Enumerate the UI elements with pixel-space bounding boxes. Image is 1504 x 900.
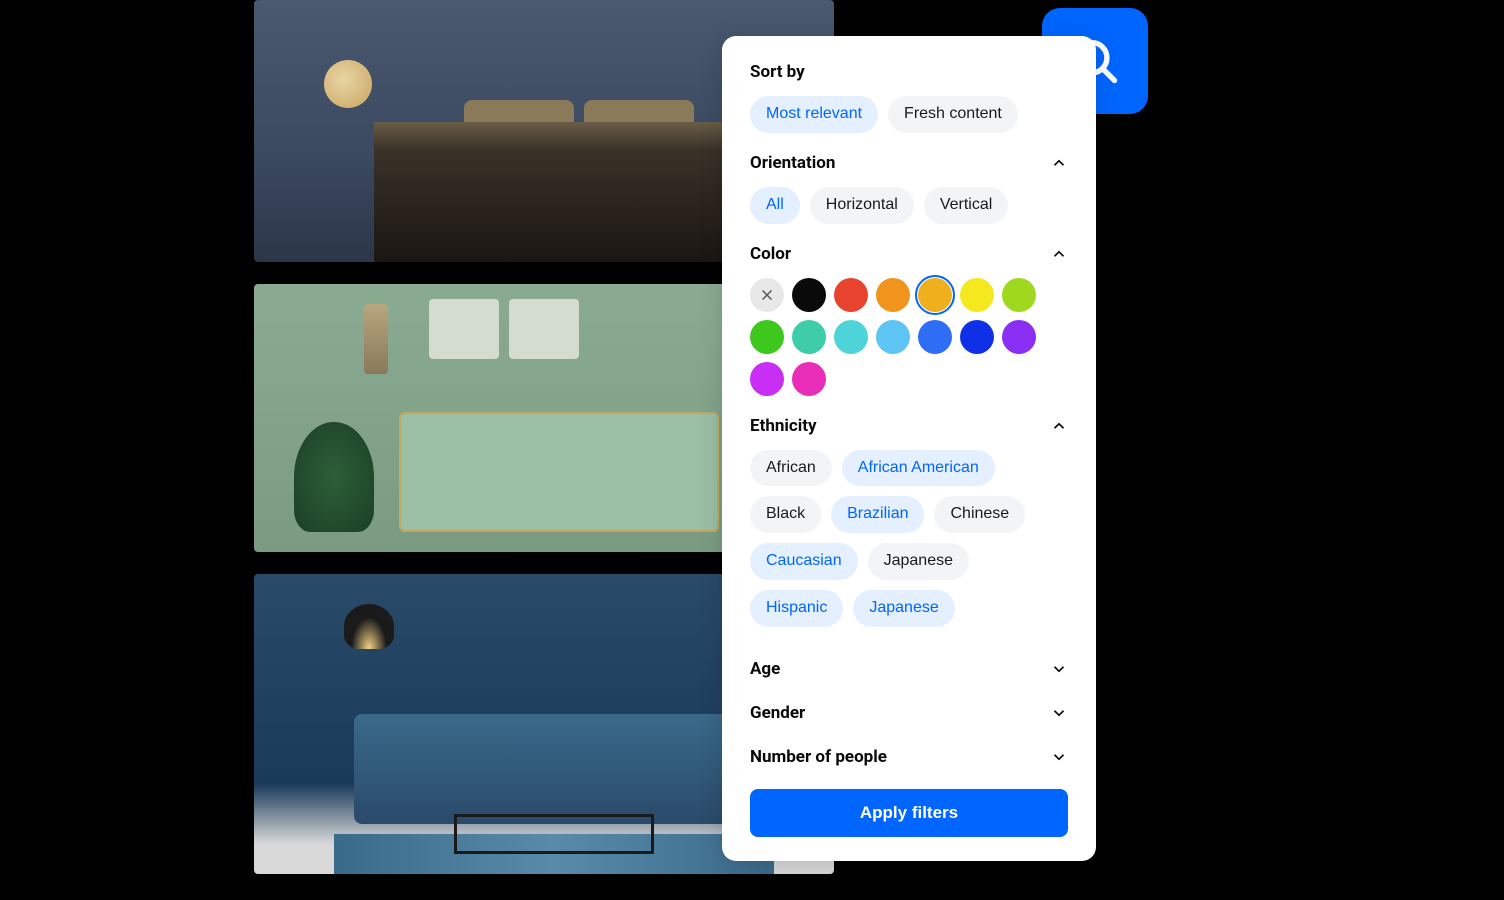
ethnicity-chip[interactable]: Chinese (934, 496, 1025, 533)
orientation-title: Orientation (750, 153, 835, 173)
chevron-down-icon (1050, 704, 1068, 722)
color-swatch-teal[interactable] (792, 320, 826, 354)
ethnicity-chip[interactable]: Caucasian (750, 543, 858, 580)
chevron-down-icon (1050, 660, 1068, 678)
color-swatch-magenta[interactable] (792, 362, 826, 396)
chevron-up-icon (1050, 154, 1068, 172)
filter-panel: Sort by Most relevant Fresh content Orien… (722, 36, 1096, 861)
number-of-people-title: Number of people (750, 747, 887, 767)
color-swatch-amber[interactable] (918, 278, 952, 312)
gender-title: Gender (750, 703, 805, 723)
color-header[interactable]: Color (750, 244, 1068, 264)
ethnicity-header[interactable]: Ethnicity (750, 416, 1068, 436)
orientation-chip[interactable]: All (750, 187, 800, 224)
ethnicity-chip[interactable]: Black (750, 496, 821, 533)
ethnicity-chip[interactable]: Japanese (868, 543, 969, 580)
color-swatch-orange[interactable] (876, 278, 910, 312)
ethnicity-chip[interactable]: African American (842, 450, 995, 487)
color-swatch-cyan[interactable] (834, 320, 868, 354)
age-header[interactable]: Age (750, 647, 1068, 691)
sort-by-section: Sort by Most relevant Fresh content (750, 62, 1068, 133)
color-title: Color (750, 244, 791, 264)
ethnicity-chip[interactable]: Brazilian (831, 496, 924, 533)
gender-header[interactable]: Gender (750, 691, 1068, 735)
chevron-up-icon (1050, 245, 1068, 263)
color-swatch-red[interactable] (834, 278, 868, 312)
sort-chip[interactable]: Most relevant (750, 96, 878, 133)
number-of-people-header[interactable]: Number of people (750, 735, 1068, 779)
orientation-section: Orientation All Horizontal Vertical (750, 153, 1068, 224)
orientation-header[interactable]: Orientation (750, 153, 1068, 173)
ethnicity-section: Ethnicity African African American Black Br… (750, 416, 1068, 627)
color-swatch-purple[interactable] (750, 362, 784, 396)
color-section: Color (750, 244, 1068, 396)
color-swatch-blue[interactable] (918, 320, 952, 354)
orientation-chip[interactable]: Horizontal (810, 187, 914, 224)
color-swatch-sky[interactable] (876, 320, 910, 354)
apply-filters-button[interactable]: Apply filters (750, 789, 1068, 837)
color-swatch-green[interactable] (750, 320, 784, 354)
ethnicity-chip[interactable]: African (750, 450, 832, 487)
ethnicity-chip[interactable]: Japanese (853, 590, 954, 627)
orientation-chip[interactable]: Vertical (924, 187, 1008, 224)
ethnicity-title: Ethnicity (750, 416, 817, 436)
color-swatch-yellow[interactable] (960, 278, 994, 312)
color-swatch-black[interactable] (792, 278, 826, 312)
age-title: Age (750, 659, 780, 679)
close-icon (760, 288, 774, 302)
color-swatch-lime[interactable] (1002, 278, 1036, 312)
color-swatch-violet[interactable] (1002, 320, 1036, 354)
chevron-up-icon (1050, 417, 1068, 435)
sort-by-title: Sort by (750, 62, 1068, 82)
ethnicity-chip[interactable]: Hispanic (750, 590, 843, 627)
chevron-down-icon (1050, 748, 1068, 766)
sort-chip[interactable]: Fresh content (888, 96, 1018, 133)
color-swatch-indigo[interactable] (960, 320, 994, 354)
color-clear-button[interactable] (750, 278, 784, 312)
